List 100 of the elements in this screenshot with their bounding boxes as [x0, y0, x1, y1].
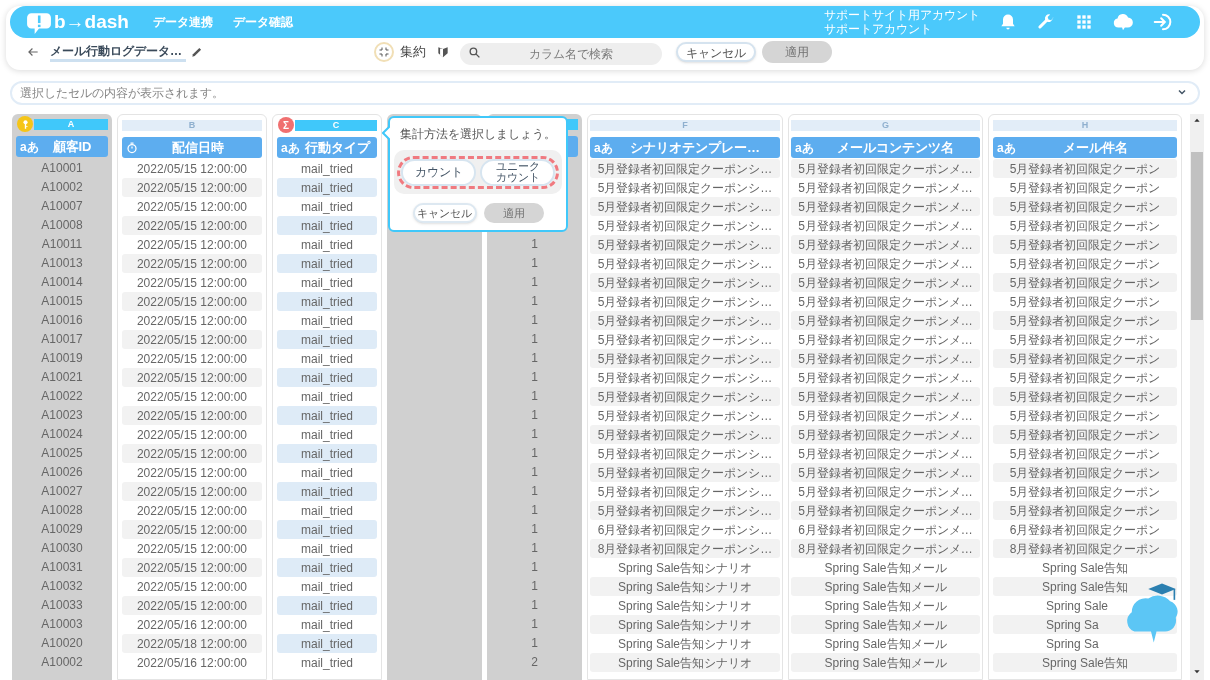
stopwatch-icon: [126, 141, 138, 154]
pencil-icon[interactable]: [190, 45, 204, 59]
column-letter-bar[interactable]: F: [590, 120, 780, 131]
column-header[interactable]: aあ メールコンテンツ名: [791, 137, 980, 158]
scrollbar-thumb[interactable]: [1191, 152, 1203, 320]
table-cell-text: 1: [531, 615, 538, 633]
table-cell-text: 1: [531, 482, 538, 500]
apps-grid-icon[interactable]: [1074, 12, 1094, 32]
table-cell-text: 2022/05/15 12:00:00: [136, 521, 248, 539]
account-name: サポートサイト用アカウント: [824, 8, 980, 22]
table-cell-text: 5月登録者初回限定クーポン: [1009, 236, 1161, 254]
scroll-up-icon[interactable]: [1193, 116, 1201, 124]
table-cell-text: 2022/05/15 12:00:00: [136, 464, 248, 482]
scrollbar[interactable]: [1190, 114, 1204, 680]
table-cell-text: 5月登録者初回限定クーポンシ…: [597, 502, 773, 520]
table-cell-text: Spring Sale告知: [1041, 559, 1128, 577]
column-header[interactable]: aあ メール件名: [993, 137, 1177, 158]
column-letter-bar[interactable]: G: [791, 120, 980, 131]
aggregate-option[interactable]: カウント: [401, 158, 476, 186]
aggregate-label: 集約: [400, 43, 426, 62]
column-header[interactable]: 配信日時: [122, 137, 262, 158]
table-cell-text: Spring Sale告知シナリオ: [617, 654, 752, 672]
table-cell-text: mail_tried: [301, 654, 353, 672]
column-header[interactable]: aあ 顧客ID: [16, 136, 108, 157]
column-letter-bar[interactable]: B: [122, 120, 262, 131]
table-cell-text: 2022/05/15 12:00:00: [136, 597, 248, 615]
table-cell-text: 2022/05/15 12:00:00: [136, 198, 248, 216]
table-cell-text: 1: [531, 292, 538, 310]
table-cell-text: 2022/05/15 12:00:00: [136, 350, 248, 368]
table-cell-text: 5月登録者初回限定クーポン: [1009, 369, 1161, 387]
table-cell-text: A10029: [41, 520, 83, 538]
table-cell-text: A10030: [41, 539, 83, 557]
table-cell-text: mail_tried: [301, 426, 353, 444]
table-cell-text: 6月登録者初回限定クーポン: [1009, 521, 1161, 539]
table-cell-text: 2022/05/15 12:00:00: [136, 388, 248, 406]
text-type-label: aあ: [594, 140, 614, 155]
table-cell-text: 5月登録者初回限定クーポン: [1009, 426, 1161, 444]
table-cell-text: 5月登録者初回限定クーポン: [1009, 312, 1161, 330]
column-letter-bar[interactable]: A: [34, 119, 108, 130]
table-cell-text: Spring Sale告知: [1041, 654, 1128, 672]
table-cell-text: A10027: [41, 482, 83, 500]
logout-icon[interactable]: [1152, 11, 1174, 33]
table-cell-text: 1: [531, 596, 538, 614]
table-cell-text: 2022/05/15 12:00:00: [136, 559, 248, 577]
table-cell-text: A10024: [41, 425, 83, 443]
table-cell-text: Spring Sa: [1046, 635, 1099, 653]
table-cell-text: 2022/05/15 12:00:00: [136, 483, 248, 501]
data-title: メール行動ログデータ…: [50, 42, 186, 62]
column-header[interactable]: aあ シナリオテンプレー…: [590, 137, 780, 158]
table-cell-text: 5月登録者初回限定クーポンシ…: [597, 274, 773, 292]
table-cell-text: 1: [531, 577, 538, 595]
table-cell-text: 5月登録者初回限定クーポンメ…: [798, 502, 973, 520]
table-cell-text: 5月登録者初回限定クーポンシ…: [597, 426, 773, 444]
table-cell-text: mail_tried: [301, 540, 353, 558]
table-cell-text: mail_tried: [301, 597, 353, 615]
table-cell-text: A10007: [41, 197, 83, 215]
table-cell-text: mail_tried: [301, 160, 353, 178]
table-cell-text: 8月登録者初回限定クーポンメ…: [798, 540, 973, 558]
aggregate-option[interactable]: ユニーク カウント: [480, 158, 555, 186]
table-cell-text: Spring Sale告知メール: [824, 654, 947, 672]
collapse-icon: [378, 46, 390, 58]
table-cell-text: 1: [531, 558, 538, 576]
column-letter-bar[interactable]: H: [993, 120, 1177, 131]
table-cell-text: mail_tried: [301, 217, 353, 235]
table-cell-text: 5月登録者初回限定クーポン: [1009, 502, 1161, 520]
search-field[interactable]: カラム名で検索: [460, 43, 662, 65]
table-cell-text: 5月登録者初回限定クーポン: [1009, 274, 1161, 292]
table-cell-text: mail_tried: [301, 331, 353, 349]
back-arrow-icon[interactable]: [26, 45, 40, 59]
column-header[interactable]: aあ 行動タイプ: [277, 137, 377, 158]
table-cell-text: 5月登録者初回限定クーポンメ…: [798, 350, 973, 368]
table-cell-text: 5月登録者初回限定クーポン: [1009, 160, 1161, 178]
table-cell-text: 5月登録者初回限定クーポンメ…: [798, 369, 973, 387]
table-cell-text: A10025: [41, 444, 83, 462]
table-cell-text: A10031: [41, 558, 83, 576]
nav-link[interactable]: データ確認: [232, 13, 293, 31]
table-cell-text: 2022/05/15 12:00:00: [136, 445, 248, 463]
table-cell-text: 5月登録者初回限定クーポン: [1009, 198, 1161, 216]
table-cell-text: Spring Sale: [1046, 597, 1109, 615]
table-cell-text: 5月登録者初回限定クーポン: [1009, 407, 1161, 425]
table-cell-text: mail_tried: [301, 369, 353, 387]
text-type-label: aあ: [997, 140, 1017, 155]
nav-link[interactable]: データ連携: [152, 13, 213, 31]
table-cell-text: 2022/05/15 12:00:00: [136, 274, 248, 292]
table-cell-text: mail_tried: [301, 236, 353, 254]
cell-content-field[interactable]: 選択したセルの内容が表示されます。: [10, 81, 1200, 105]
table-cell-text: 2022/05/15 12:00:00: [136, 407, 248, 425]
table-cell-text: 5月登録者初回限定クーポンメ…: [798, 160, 973, 178]
table-cell-text: A10008: [41, 216, 83, 234]
cancel-button[interactable]: キャンセル: [412, 203, 477, 223]
table-cell-text: 5月登録者初回限定クーポンメ…: [798, 293, 973, 311]
table-cell-text: 2022/05/15 12:00:00: [136, 160, 248, 178]
cancel-button[interactable]: キャンセル: [676, 42, 756, 62]
table-cell-text: 5月登録者初回限定クーポン: [1009, 350, 1161, 368]
scroll-down-icon[interactable]: [1193, 668, 1201, 676]
text-type-label: aあ: [281, 140, 301, 155]
collapse-button[interactable]: [374, 42, 394, 62]
table-cell-text: 6月登録者初回限定クーポンメ…: [798, 521, 973, 539]
column-letter-bar[interactable]: C: [295, 120, 377, 131]
table-cell-text: A10020: [41, 634, 83, 652]
